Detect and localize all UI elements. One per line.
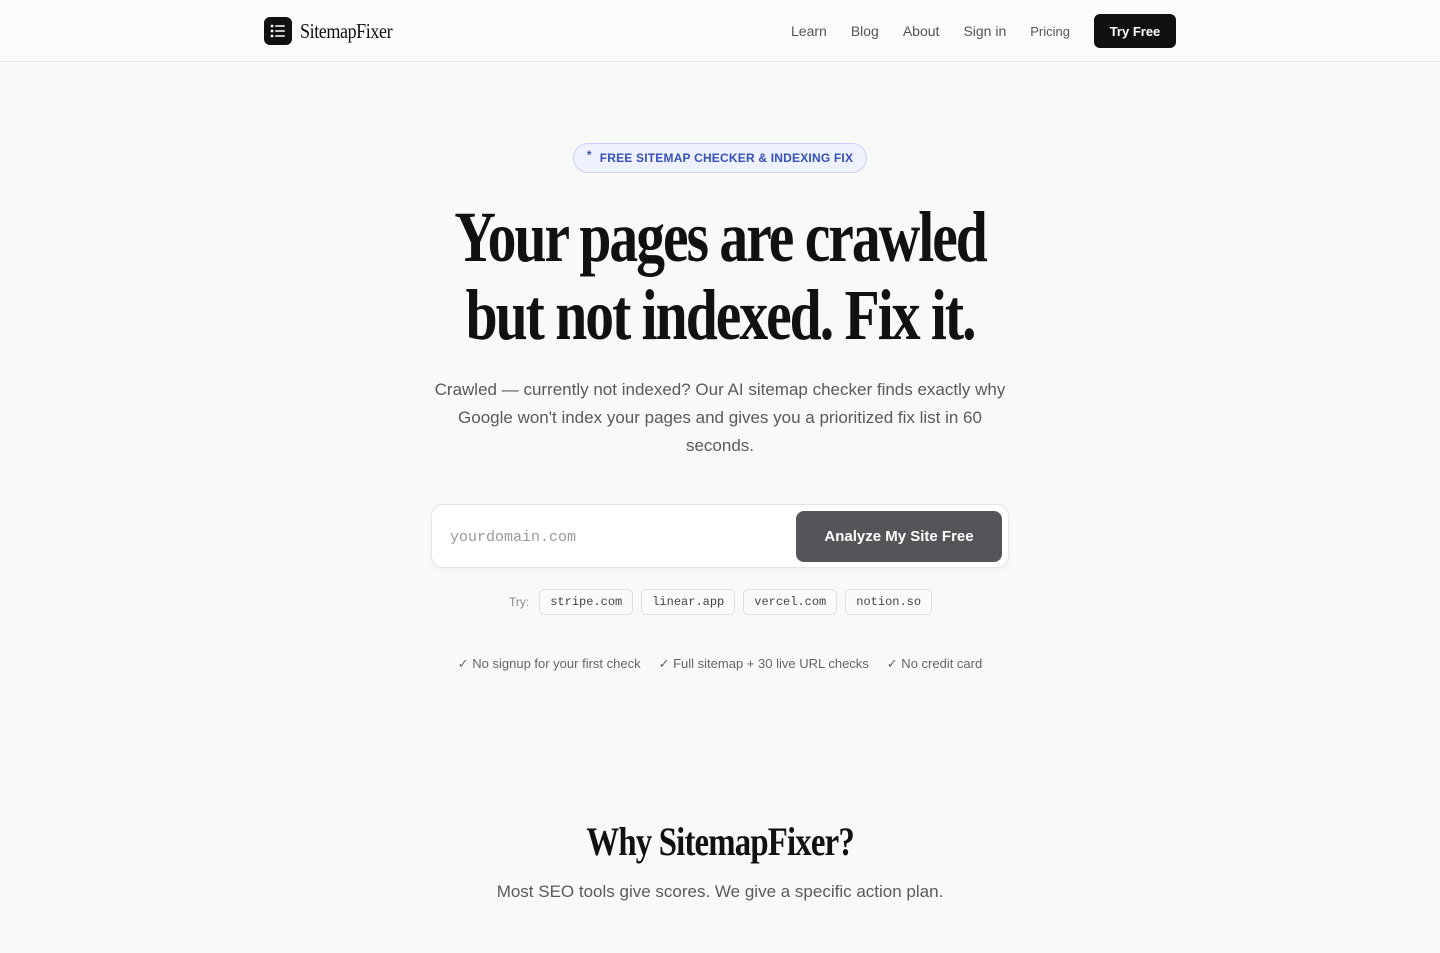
analyze-button[interactable]: Analyze My Site Free [796,511,1002,562]
nav-sign-in[interactable]: Sign in [963,23,1006,39]
check-no-signup: ✓ No signup for your first check [457,656,641,671]
brand-name: SitemapFixer [300,18,393,43]
why-subtitle: Most SEO tools give scores. We give a sp… [496,882,944,901]
check-full-sitemap: ✓ Full sitemap + 30 live URL checks [658,656,869,671]
hero-headline: Your pages are crawled but not indexed. … [0,198,1440,354]
nav-blog[interactable]: Blog [851,23,879,39]
example-chip-linear[interactable]: linear.app [641,589,736,615]
brand-logo[interactable]: SitemapFixer [264,17,407,45]
badge-text: FREE SITEMAP CHECKER & INDEXING FIX [599,151,854,165]
check-no-credit-card: ✓ No credit card [886,656,983,671]
example-chip-vercel[interactable]: vercel.com [743,589,838,615]
example-chip-notion[interactable]: notion.so [845,589,933,615]
headline-line-2: but not indexed. Fix it. [465,275,977,355]
hero-badge: * FREE SITEMAP CHECKER & INDEXING FIX [573,143,867,173]
main-nav: Learn Blog About Sign in Pricing Try Fre… [791,14,1176,48]
nav-learn[interactable]: Learn [791,23,827,39]
domain-search-form: Analyze My Site Free [431,504,1009,569]
example-domains: Try: stripe.com linear.app vercel.com no… [509,589,933,615]
sparkle-icon: * [586,148,592,162]
why-title-text: Why SitemapFixer? [586,819,854,864]
example-chip-stripe[interactable]: stripe.com [539,589,634,615]
nav-about[interactable]: About [903,23,940,39]
domain-input[interactable] [450,505,790,569]
why-title: Why SitemapFixer? [0,818,1440,865]
try-free-button[interactable]: Try Free [1094,14,1176,48]
try-label: Try: [509,595,530,609]
hero-subtext: Crawled — currently not indexed? Our AI … [434,380,1006,455]
list-icon [264,17,292,45]
headline-line-1: Your pages are crawled [454,197,987,277]
nav-pricing[interactable]: Pricing [1030,24,1070,39]
site-header: SitemapFixer Learn Blog About Sign in Pr… [0,0,1440,62]
feature-checks: ✓ No signup for your first check ✓ Full … [0,656,1440,672]
